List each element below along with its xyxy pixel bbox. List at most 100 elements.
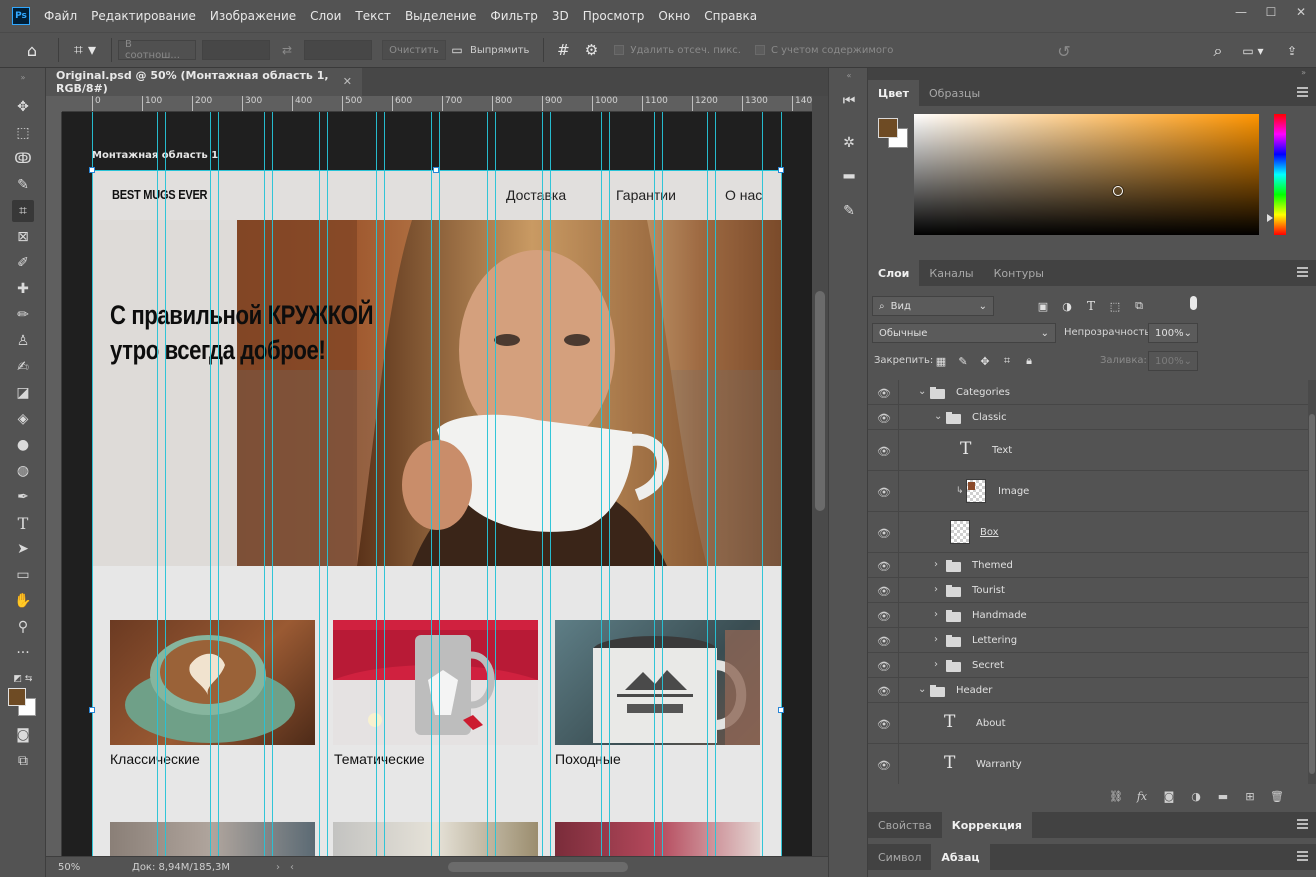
chevron-right-icon[interactable]: ›	[934, 559, 938, 570]
guide-line[interactable]	[762, 112, 763, 856]
eye-icon[interactable]: 👁︎	[876, 527, 892, 540]
frame-tool-icon[interactable]: ⊠	[12, 226, 34, 248]
collapse-panels-icon[interactable]: «	[838, 70, 860, 80]
crop-width-input[interactable]	[202, 40, 270, 60]
filter-pixel-icon[interactable]: ▣	[1036, 299, 1050, 313]
adjustments-panel-menu-icon[interactable]	[1297, 819, 1308, 829]
fx-icon[interactable]: fx	[1134, 788, 1150, 804]
vertical-ruler[interactable]	[46, 112, 62, 856]
stamp-tool-icon[interactable]: ♙	[12, 330, 34, 352]
guide-line[interactable]	[384, 112, 385, 856]
filter-toggle[interactable]	[1190, 296, 1197, 310]
crop-tool-icon[interactable]: ⌗	[12, 200, 34, 222]
filter-shape-icon[interactable]: ⬚	[1108, 299, 1122, 313]
guide-line[interactable]	[550, 112, 551, 856]
zoom-level[interactable]: 50%	[58, 862, 128, 873]
tab-color[interactable]: Цвет	[868, 80, 920, 106]
tab-layers[interactable]: Слои	[868, 260, 920, 286]
eye-icon[interactable]: 👁︎	[876, 759, 892, 772]
straighten-button[interactable]: Выпрямить	[470, 45, 529, 56]
eraser-tool-icon[interactable]: ◪	[12, 382, 34, 404]
eye-icon[interactable]: 👁︎	[876, 412, 892, 425]
crop-handle[interactable]	[89, 707, 95, 713]
zoom-tool-icon[interactable]: ⚲	[12, 616, 34, 638]
type-tool-icon[interactable]: T	[12, 512, 34, 534]
delete-cropped-checkbox[interactable]	[614, 45, 625, 55]
paragraph-panel-menu-icon[interactable]	[1297, 851, 1308, 861]
layer-row[interactable]: 👁︎ › Secret	[868, 653, 1308, 678]
history-panel-icon[interactable]: ⏮	[838, 90, 860, 112]
color-panel-menu-icon[interactable]	[1297, 87, 1308, 97]
guide-line[interactable]	[264, 112, 265, 856]
layer-row[interactable]: 👁︎ ⌄ Classic	[868, 405, 1308, 430]
adjustment-layer-icon[interactable]: ◑	[1188, 788, 1204, 804]
guide-line[interactable]	[601, 112, 602, 856]
dodge-tool-icon[interactable]: ◍	[12, 460, 34, 482]
eye-icon[interactable]: 👁︎	[876, 585, 892, 598]
menu-view[interactable]: Просмотр	[583, 9, 645, 23]
guide-line[interactable]	[439, 112, 440, 856]
eye-icon[interactable]: 👁︎	[876, 610, 892, 623]
guide-line[interactable]	[327, 112, 328, 856]
guide-line[interactable]	[707, 112, 708, 856]
reset-icon[interactable]: ↺	[1054, 38, 1074, 64]
pen-tool-icon[interactable]: ✒	[12, 486, 34, 508]
eye-icon[interactable]: 👁︎	[876, 445, 892, 458]
color-picker-field[interactable]	[914, 114, 1259, 235]
layer-row[interactable]: 👁︎ › Themed	[868, 553, 1308, 578]
tab-channels[interactable]: Каналы	[919, 260, 983, 286]
search-icon[interactable]: ⌕	[1208, 38, 1228, 64]
chevron-right-icon[interactable]: ›	[934, 609, 938, 620]
guide-line[interactable]	[157, 112, 158, 856]
collapse-icon[interactable]: »	[12, 72, 34, 82]
menu-type[interactable]: Текст	[355, 9, 391, 23]
guide-line[interactable]	[431, 112, 432, 856]
eye-icon[interactable]: 👁︎	[876, 685, 892, 698]
eye-icon[interactable]: 👁︎	[876, 635, 892, 648]
lock-artboard-icon[interactable]: ⌗	[1000, 354, 1014, 368]
guide-line[interactable]	[319, 112, 320, 856]
tab-adjustments[interactable]: Коррекция	[941, 812, 1032, 838]
guide-line[interactable]	[542, 112, 543, 856]
home-icon[interactable]: ⌂	[12, 37, 52, 63]
crop-handle[interactable]	[778, 167, 784, 173]
status-menu-icon[interactable]: ›	[276, 862, 280, 873]
eyedropper-tool-icon[interactable]: ✐	[12, 252, 34, 274]
navigator-panel-icon[interactable]: ✲	[838, 132, 860, 154]
guide-line[interactable]	[218, 112, 219, 856]
tab-paragraph[interactable]: Абзац	[931, 844, 990, 870]
history-brush-tool-icon[interactable]: ✍	[12, 356, 34, 378]
overlay-grid-icon[interactable]: #	[550, 37, 576, 63]
layer-row[interactable]: 👁︎ ⌄ Categories	[868, 380, 1308, 405]
menu-window[interactable]: Окно	[658, 9, 690, 23]
paint-bucket-tool-icon[interactable]: ◈	[12, 408, 34, 430]
quick-mask-icon[interactable]: ◙	[12, 724, 34, 746]
hue-slider[interactable]	[1274, 114, 1286, 235]
add-mask-icon[interactable]: ◙	[1161, 788, 1177, 804]
guide-line[interactable]	[609, 112, 610, 856]
artboard[interactable]: BEST MUGS EVER Доставка Гарантии О нас С…	[92, 170, 782, 856]
fill-input[interactable]: 100% ⌄	[1148, 351, 1198, 371]
filter-smart-object-icon[interactable]: ⧉	[1132, 299, 1146, 313]
opacity-input[interactable]: 100% ⌄	[1148, 323, 1198, 343]
chevron-down-icon[interactable]: ⌄	[934, 411, 942, 422]
layer-row[interactable]: 👁︎ T Text	[868, 430, 1308, 471]
crop-height-input[interactable]	[304, 40, 372, 60]
eye-icon[interactable]: 👁︎	[876, 660, 892, 673]
tab-character[interactable]: Символ	[868, 844, 931, 870]
layer-row[interactable]: 👁︎ T Warranty	[868, 744, 1308, 784]
layer-row[interactable]: 👁︎ ↳ Image	[868, 471, 1308, 512]
healing-brush-tool-icon[interactable]: ✚	[12, 278, 34, 300]
marquee-tool-icon[interactable]: ⬚	[12, 122, 34, 144]
minimize-icon[interactable]: —	[1226, 0, 1256, 24]
chevron-right-icon[interactable]: ›	[934, 584, 938, 595]
guide-line[interactable]	[715, 112, 716, 856]
collapse-dock-icon[interactable]: »	[1301, 68, 1306, 77]
lock-position-icon[interactable]: ✥	[978, 354, 992, 368]
scrollbar-thumb[interactable]	[1309, 414, 1315, 774]
guide-line[interactable]	[654, 112, 655, 856]
menu-image[interactable]: Изображение	[210, 9, 296, 23]
hand-tool-icon[interactable]: ✋	[12, 590, 34, 612]
guide-line[interactable]	[495, 112, 496, 856]
guide-line[interactable]	[781, 112, 782, 856]
